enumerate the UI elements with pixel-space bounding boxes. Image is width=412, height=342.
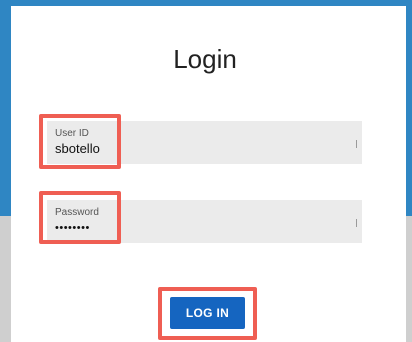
- text-caret: [356, 140, 357, 148]
- highlight-box-password: [39, 191, 121, 244]
- page-title: Login: [173, 44, 237, 74]
- highlight-box-user-id: [39, 114, 121, 169]
- login-button[interactable]: LOG IN: [170, 297, 245, 329]
- text-caret: [356, 219, 357, 227]
